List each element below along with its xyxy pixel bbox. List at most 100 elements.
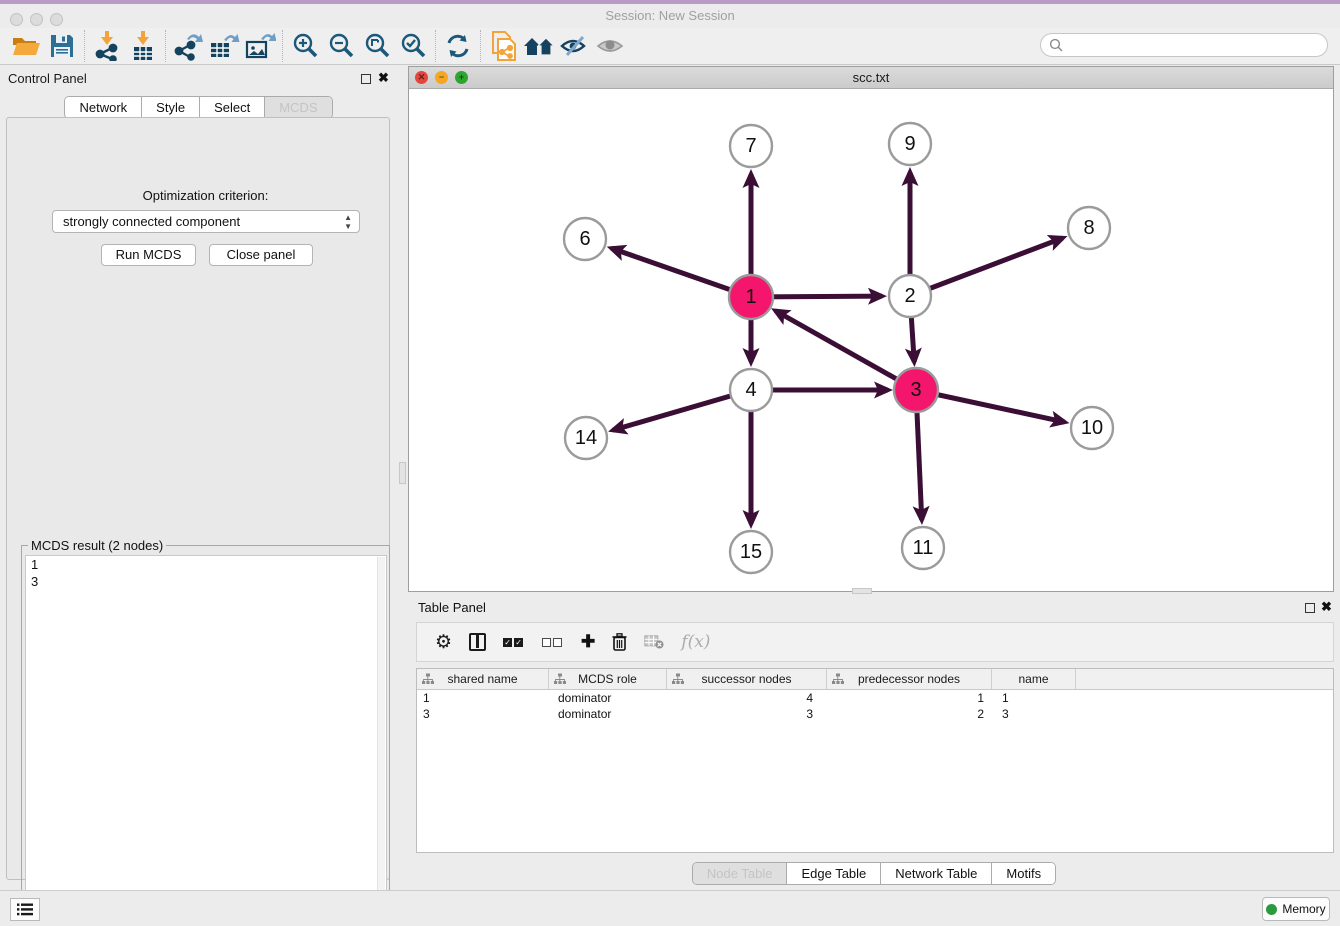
deselect-all-rows-button[interactable] xyxy=(542,638,564,647)
search-field[interactable] xyxy=(1040,33,1328,57)
edge-3-1[interactable] xyxy=(775,311,916,390)
function-builder-button[interactable]: f(x) xyxy=(681,632,710,652)
save-session-button[interactable] xyxy=(44,30,80,62)
node-9[interactable]: 9 xyxy=(889,123,931,165)
tab-select[interactable]: Select xyxy=(199,97,264,118)
zoom-fit-button[interactable] xyxy=(359,30,395,62)
node-label: 4 xyxy=(745,379,756,401)
table-cell: 3 xyxy=(992,706,1076,722)
edge-2-8[interactable] xyxy=(910,238,1063,296)
memory-button[interactable]: Memory xyxy=(1262,897,1330,921)
export-image-button[interactable] xyxy=(242,30,278,62)
table-row[interactable]: 3dominator323 xyxy=(417,706,1333,722)
show-elements-button[interactable] xyxy=(593,30,629,62)
zoom-window-button[interactable] xyxy=(50,13,63,26)
show-columns-button[interactable] xyxy=(469,633,486,651)
save-floppy-icon xyxy=(50,34,74,58)
node-15[interactable]: 15 xyxy=(730,531,772,573)
search-input[interactable] xyxy=(1040,33,1328,57)
tab-network[interactable]: Network xyxy=(65,97,141,118)
tab-style[interactable]: Style xyxy=(141,97,199,118)
column-header-shared-name[interactable]: shared name xyxy=(417,669,549,689)
scrollbar[interactable] xyxy=(377,557,385,922)
node-table[interactable]: shared name MCDS rolesuccessor nodes prede… xyxy=(416,668,1334,853)
node-1[interactable]: 1 xyxy=(729,275,773,319)
float-panel-icon[interactable] xyxy=(1305,601,1315,616)
split-handle[interactable] xyxy=(852,588,872,594)
close-window-button[interactable] xyxy=(10,13,23,26)
toolbar-separator xyxy=(435,30,436,62)
close-panel-button[interactable]: Close panel xyxy=(209,244,313,266)
delete-table-button[interactable] xyxy=(644,635,664,649)
table-panel-title: Table Panel xyxy=(418,600,486,615)
optimization-criterion-select[interactable]: strongly connected component ▲▼ xyxy=(52,210,360,233)
column-label: predecessor nodes xyxy=(858,672,960,686)
float-panel-icon[interactable] xyxy=(361,72,371,87)
hide-elements-button[interactable] xyxy=(557,30,593,62)
node-8[interactable]: 8 xyxy=(1068,207,1110,249)
select-all-rows-button[interactable]: ✓✓ xyxy=(503,638,525,647)
zoom-in-button[interactable] xyxy=(287,30,323,62)
tab-mcds[interactable]: MCDS xyxy=(264,97,331,118)
window-controls[interactable] xyxy=(10,13,63,26)
column-header-predecessor-nodes[interactable]: predecessor nodes xyxy=(827,669,992,689)
network-view-window: ✕ − + scc.txt 1 2 3 4 6 7 8 9 10 11 14 15 xyxy=(408,66,1334,592)
tab-edge-table[interactable]: Edge Table xyxy=(786,863,880,884)
tab-motifs[interactable]: Motifs xyxy=(991,863,1055,884)
create-column-button[interactable]: ✚ xyxy=(581,632,595,652)
table-settings-button[interactable]: ⚙ xyxy=(435,631,452,654)
table-cell: 1 xyxy=(992,690,1076,706)
column-label: shared name xyxy=(447,672,517,686)
table-panel: Table Panel ✖ ⚙ ✓✓ ✚ xyxy=(408,595,1340,887)
network-canvas[interactable]: 1 2 3 4 6 7 8 9 10 11 14 15 xyxy=(409,89,1333,591)
node-label: 11 xyxy=(913,537,934,559)
run-mcds-button[interactable]: Run MCDS xyxy=(101,244,196,266)
delete-column-button[interactable] xyxy=(612,633,627,651)
zoom-selected-button[interactable] xyxy=(395,30,431,62)
tab-node-table[interactable]: Node Table xyxy=(693,863,787,884)
column-header-MCDS-role[interactable]: MCDS role xyxy=(549,669,667,689)
open-session-button[interactable] xyxy=(8,30,44,62)
node-3[interactable]: 3 xyxy=(894,368,938,412)
node-11[interactable]: 11 xyxy=(902,527,944,569)
checked-box-icon: ✓ xyxy=(514,638,523,647)
edges-layer xyxy=(611,172,1064,524)
export-network-button[interactable] xyxy=(170,30,206,62)
maximize-view-button[interactable]: + xyxy=(455,71,468,84)
network-window-titlebar[interactable]: ✕ − + scc.txt xyxy=(409,67,1333,89)
hierarchy-icon xyxy=(554,673,566,685)
home-view-button[interactable] xyxy=(521,30,557,62)
minimize-view-button[interactable]: − xyxy=(435,71,448,84)
close-view-button[interactable]: ✕ xyxy=(415,71,428,84)
node-2[interactable]: 2 xyxy=(889,275,931,317)
node-10[interactable]: 10 xyxy=(1071,407,1113,449)
column-header-successor-nodes[interactable]: successor nodes xyxy=(667,669,827,689)
tab-network-table[interactable]: Network Table xyxy=(880,863,991,884)
node-4[interactable]: 4 xyxy=(730,369,772,411)
unchecked-box-icon xyxy=(553,638,562,647)
mcds-result-list[interactable]: 1 3 xyxy=(25,555,387,922)
import-table-button[interactable] xyxy=(125,30,161,62)
refresh-button[interactable] xyxy=(440,30,476,62)
table-cell: dominator xyxy=(549,706,667,722)
export-image-icon xyxy=(244,31,276,61)
close-panel-icon[interactable]: ✖ xyxy=(378,73,389,83)
node-14[interactable]: 14 xyxy=(565,417,607,459)
mcds-tab-content: Optimization criterion: strongly connect… xyxy=(6,117,390,880)
export-table-button[interactable] xyxy=(206,30,242,62)
node-6[interactable]: 6 xyxy=(564,218,606,260)
split-handle[interactable] xyxy=(399,462,406,484)
table-cell: 2 xyxy=(827,706,992,722)
show-panels-button[interactable] xyxy=(10,898,40,921)
network-window-controls[interactable]: ✕ − + xyxy=(415,71,468,84)
column-header-name[interactable]: name xyxy=(992,669,1076,689)
zoom-out-button[interactable] xyxy=(323,30,359,62)
node-7[interactable]: 7 xyxy=(730,125,772,167)
minimize-window-button[interactable] xyxy=(30,13,43,26)
table-row[interactable]: 1dominator411 xyxy=(417,690,1333,706)
network-file-button[interactable] xyxy=(485,30,521,62)
close-panel-icon[interactable]: ✖ xyxy=(1321,602,1332,612)
control-panel-tabs: Network Style Select MCDS xyxy=(0,96,397,119)
import-network-button[interactable] xyxy=(89,30,125,62)
hierarchy-icon xyxy=(672,673,684,685)
